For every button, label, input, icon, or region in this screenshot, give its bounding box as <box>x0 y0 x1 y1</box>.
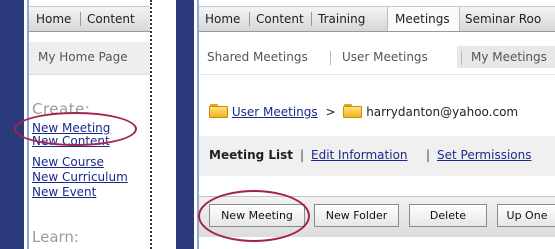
left-tab-content[interactable]: Content <box>87 7 135 31</box>
tab-separator <box>249 12 250 26</box>
new-event-link[interactable]: New Event <box>32 185 96 199</box>
left-navy-bar <box>0 0 24 249</box>
left-divider-line <box>27 0 29 249</box>
right-panel: Home Content Training Meetings Seminar R… <box>176 0 555 249</box>
panel-gap <box>152 0 176 249</box>
up-one-level-button[interactable]: Up One <box>497 204 555 227</box>
set-permissions-link[interactable]: Set Permissions <box>437 148 532 162</box>
meeting-list-tab[interactable]: Meeting List <box>209 148 293 162</box>
tab-separator <box>311 12 312 26</box>
meeting-subtabs: Meeting List | Edit Information | Set Pe… <box>199 136 555 176</box>
new-meeting-link[interactable]: New Meeting <box>32 121 110 135</box>
subnav-shared-meetings[interactable]: Shared Meetings <box>207 50 308 64</box>
learn-heading: Learn: <box>32 228 79 246</box>
my-home-page-link[interactable]: My Home Page <box>38 50 128 64</box>
new-meeting-button[interactable]: New Meeting <box>209 204 305 227</box>
main-tab-bar: Home Content Training Meetings Seminar R… <box>199 6 555 32</box>
left-tab-home[interactable]: Home <box>36 7 71 31</box>
subnav-user-meetings[interactable]: User Meetings <box>342 50 428 64</box>
meeting-toolbar: New Meeting New Folder Delete Up One <box>199 196 555 237</box>
left-subnav: My Home Page <box>29 42 150 75</box>
left-top-tabs: Home Content <box>29 6 150 32</box>
edit-information-link[interactable]: Edit Information <box>311 148 408 162</box>
breadcrumb-separator: > <box>325 105 336 119</box>
left-tab-separator <box>80 12 81 26</box>
meetings-subnav: Shared Meetings User Meetings My Meeting… <box>199 42 555 75</box>
new-content-link[interactable]: New Content <box>32 134 110 148</box>
create-heading: Create: <box>32 100 91 118</box>
subnav-my-meetings[interactable]: My Meetings <box>471 50 547 64</box>
tab-seminar-rooms[interactable]: Seminar Roo <box>465 7 541 31</box>
new-curriculum-link[interactable]: New Curriculum <box>32 170 128 184</box>
subtab-separator: | <box>300 148 305 162</box>
subtab-separator: | <box>426 148 431 162</box>
right-navy-bar <box>176 0 194 249</box>
breadcrumb-current: harrydanton@yahoo.com <box>366 105 519 119</box>
subnav-separator <box>330 51 331 65</box>
tab-home[interactable]: Home <box>205 7 240 31</box>
delete-button[interactable]: Delete <box>409 204 487 227</box>
tab-training[interactable]: Training <box>318 7 365 31</box>
folder-icon <box>209 104 228 118</box>
tab-meetings[interactable]: Meetings <box>395 7 450 31</box>
folder-icon <box>343 104 363 118</box>
breadcrumb: User Meetings > harrydanton@yahoo.com <box>209 104 518 119</box>
tab-content[interactable]: Content <box>256 7 304 31</box>
new-course-link[interactable]: New Course <box>32 155 104 169</box>
left-panel: Home Content My Home Page Create: New Me… <box>0 0 150 249</box>
breadcrumb-user-meetings-link[interactable]: User Meetings <box>232 105 318 119</box>
new-folder-button[interactable]: New Folder <box>314 204 399 227</box>
subnav-separator <box>461 51 462 65</box>
